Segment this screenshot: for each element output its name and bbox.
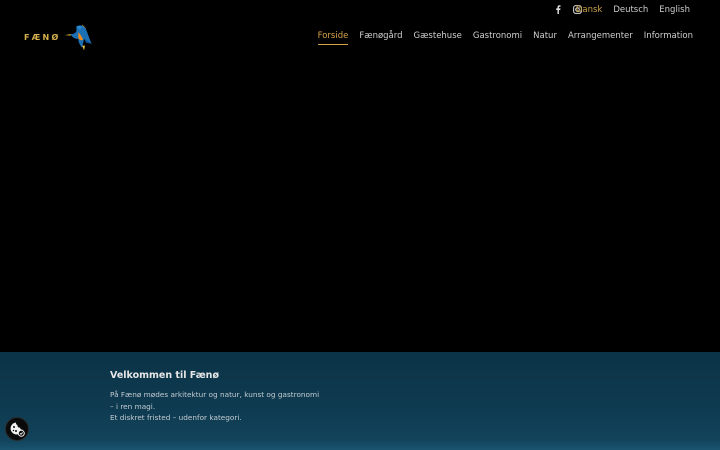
- welcome-line: På Fænø mødes arkitektur og natur, kunst…: [110, 390, 320, 399]
- nav-natur[interactable]: Natur: [533, 31, 557, 44]
- site-logo[interactable]: FÆNØ: [24, 22, 96, 52]
- lang-dansk[interactable]: Dansk: [576, 5, 603, 15]
- hero-video-area: [0, 0, 720, 352]
- logo-text: FÆNØ: [24, 32, 61, 42]
- kingfisher-bird-icon: [65, 24, 93, 51]
- welcome-section: Velkommen til Fænø På Fænø mødes arkitek…: [0, 352, 720, 450]
- nav-gastronomi[interactable]: Gastronomi: [473, 31, 522, 44]
- main-nav: Forside Fænøgård Gæstehuse Gastronomi Na…: [317, 31, 693, 45]
- nav-forside[interactable]: Forside: [317, 31, 348, 45]
- nav-information[interactable]: Information: [644, 31, 693, 44]
- nav-faenogaard[interactable]: Fænøgård: [359, 31, 402, 44]
- welcome-text: På Fænø mødes arkitektur og natur, kunst…: [110, 389, 319, 424]
- cookie-settings-button[interactable]: [5, 417, 29, 441]
- welcome-line: – i ren magi.: [110, 401, 156, 411]
- lang-deutsch[interactable]: Deutsch: [613, 5, 648, 15]
- facebook-icon[interactable]: [553, 4, 563, 14]
- top-bar: Dansk Deutsch English: [0, 0, 720, 20]
- welcome-title: Velkommen til Fænø: [110, 370, 219, 381]
- cookie-settings-icon: [10, 422, 25, 437]
- lang-english[interactable]: English: [659, 5, 690, 15]
- language-switcher: Dansk Deutsch English: [576, 5, 690, 15]
- nav-gaestehuse[interactable]: Gæstehuse: [414, 31, 462, 44]
- nav-arrangementer[interactable]: Arrangementer: [568, 31, 633, 44]
- welcome-line: Et diskret fristed – udenfor kategori.: [110, 413, 242, 422]
